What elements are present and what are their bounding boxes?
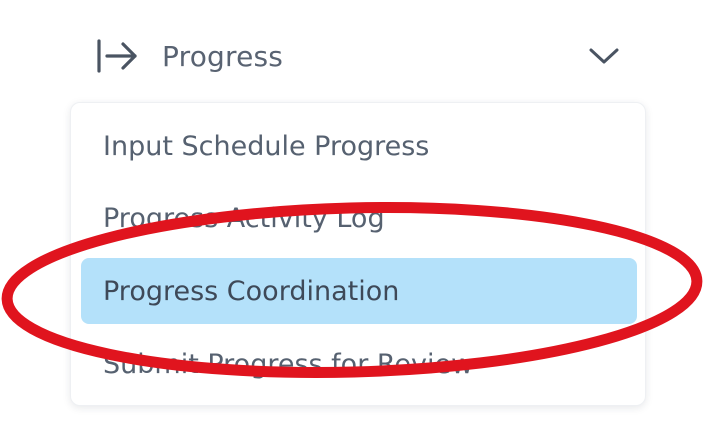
menu-item-label: Progress Coordination — [103, 275, 400, 307]
menu-item-label: Input Schedule Progress — [103, 130, 430, 162]
sidebar-panel: Progress Input Schedule Progress Progres… — [0, 0, 708, 424]
arrow-right-to-line-icon — [90, 36, 140, 76]
progress-section-header[interactable]: Progress — [90, 26, 630, 86]
menu-item-label: Progress Activity Log — [103, 202, 385, 234]
menu-item-progress-activity-log[interactable]: Progress Activity Log — [81, 185, 637, 251]
menu-item-label: Submit Progress for Review — [103, 348, 474, 380]
progress-dropdown-menu: Input Schedule Progress Progress Activit… — [70, 102, 646, 406]
menu-item-input-schedule-progress[interactable]: Input Schedule Progress — [81, 113, 637, 179]
menu-item-progress-coordination[interactable]: Progress Coordination — [81, 258, 637, 324]
menu-item-submit-progress-for-review[interactable]: Submit Progress for Review — [81, 331, 637, 397]
section-title: Progress — [162, 39, 284, 73]
chevron-down-icon[interactable] — [588, 42, 620, 70]
